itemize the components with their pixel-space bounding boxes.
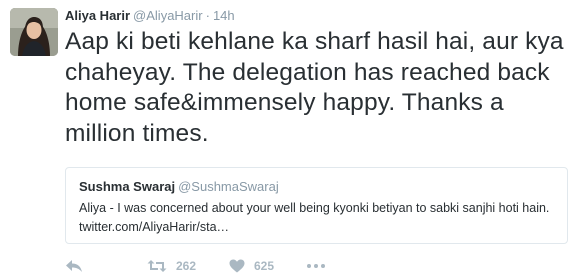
tweet-timestamp[interactable]: 14h — [213, 8, 235, 23]
reply-button[interactable] — [65, 259, 83, 273]
author-name[interactable]: Aliya Harir — [65, 8, 130, 23]
quoted-tweet[interactable]: Sushma Swaraj @SushmaSwaraj Aliya - I was… — [65, 167, 568, 244]
retweet-button[interactable]: 262 — [147, 259, 196, 273]
avatar[interactable] — [10, 8, 58, 56]
quoted-author-name: Sushma Swaraj — [79, 179, 176, 194]
quoted-tweet-header: Sushma Swaraj @SushmaSwaraj — [79, 179, 279, 195]
author-handle[interactable]: @AliyaHarir — [133, 8, 203, 23]
heart-icon — [229, 259, 245, 273]
tweet-header: Aliya Harir @AliyaHarir · 14h — [65, 8, 235, 24]
more-icon — [307, 264, 325, 268]
tweet-text: Aap ki beti kehlane ka sharf hasil hai, … — [65, 28, 564, 147]
separator-dot: · — [205, 8, 210, 23]
more-button[interactable] — [306, 259, 326, 273]
retweet-icon — [147, 260, 167, 272]
reply-icon — [66, 260, 82, 272]
like-count: 625 — [254, 259, 275, 273]
quoted-author-handle: @SushmaSwaraj — [178, 179, 279, 194]
retweet-count: 262 — [176, 259, 197, 273]
avatar-image — [10, 8, 58, 56]
like-button[interactable]: 625 — [229, 259, 274, 273]
quoted-tweet-text: Aliya - I was concerned about your well … — [79, 201, 550, 234]
